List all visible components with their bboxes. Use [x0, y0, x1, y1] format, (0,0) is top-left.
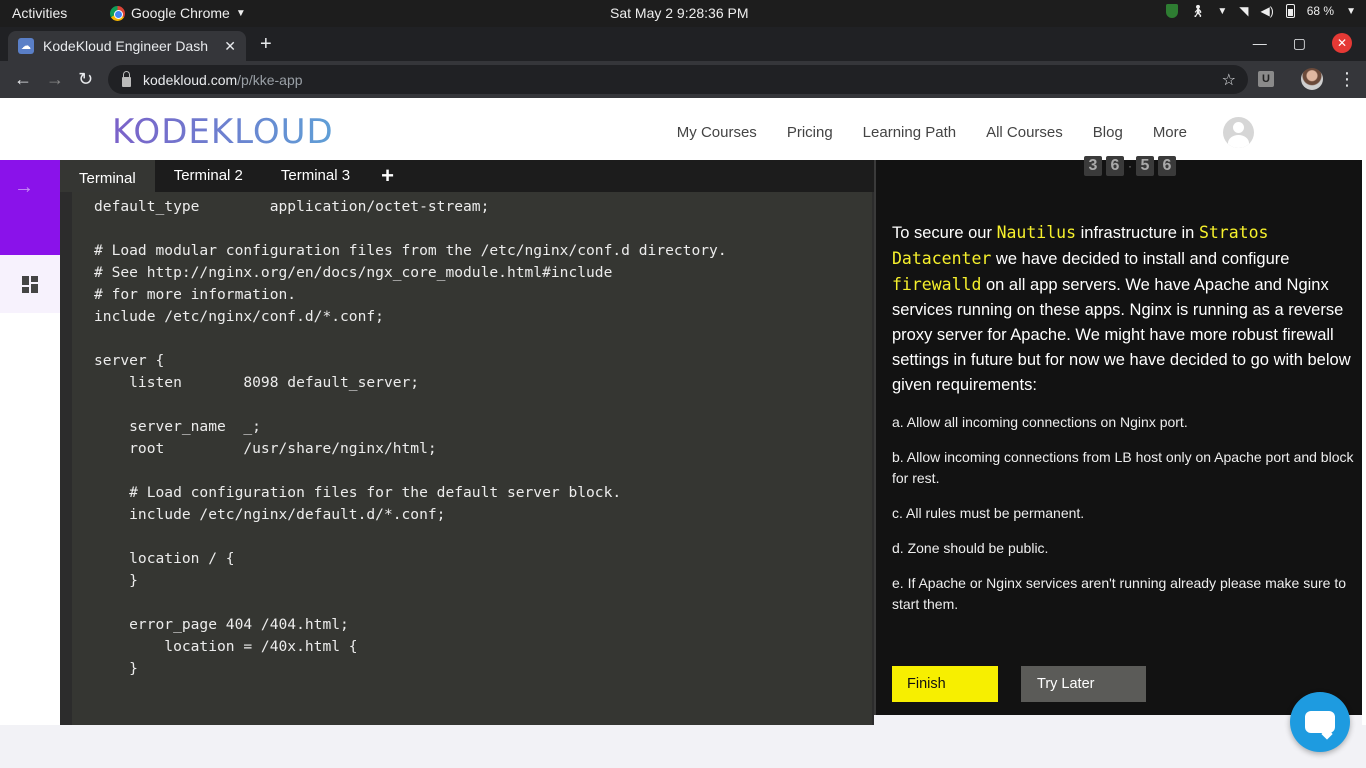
requirement-item: d. Zone should be public.	[892, 540, 1049, 556]
accessibility-icon[interactable]: 🚶︎	[1190, 4, 1205, 18]
timer-digit: 6	[1158, 156, 1176, 176]
terminal-screen[interactable]: default_type application/octet-stream; #…	[72, 192, 872, 725]
battery-icon	[1285, 4, 1295, 18]
user-avatar[interactable]	[1223, 117, 1254, 148]
chat-icon	[1305, 711, 1335, 733]
address-bar[interactable]: kodekloud.com/p/kke-app ☆	[108, 65, 1248, 94]
nav-blog[interactable]: Blog	[1093, 124, 1123, 141]
kodekloud-favicon-icon: ☁	[18, 38, 34, 54]
add-terminal-button[interactable]: +	[369, 160, 406, 192]
nav-my-courses[interactable]: My Courses	[677, 124, 757, 141]
nav-all-courses[interactable]: All Courses	[986, 124, 1063, 141]
timer-digit: 3	[1084, 156, 1102, 176]
try-later-button[interactable]: Try Later	[1021, 666, 1146, 702]
maximize-icon[interactable]: ▢	[1293, 35, 1306, 52]
requirement-item: c. All rules must be permanent.	[892, 505, 1085, 521]
system-clock[interactable]: Sat May 2 9:28:36 PM	[610, 5, 749, 21]
left-rail: →	[0, 160, 60, 725]
shield-icon	[1166, 4, 1179, 18]
task-description: To secure our Nautilus infrastructure in…	[892, 223, 1351, 394]
caret-down-icon: ▼	[235, 7, 246, 19]
highlight-firewalld: firewalld	[892, 275, 982, 294]
back-icon[interactable]: ←	[14, 69, 32, 90]
requirements-list: a. Allow all incoming connections on Ngi…	[892, 412, 1362, 629]
main-nav: My Courses Pricing Learning Path All Cou…	[677, 117, 1254, 148]
browser-menu-icon[interactable]: ⋮	[1338, 69, 1356, 90]
rail-toggle[interactable]: →	[0, 160, 60, 255]
url-domain: kodekloud.com	[143, 71, 238, 88]
page-scrollbar[interactable]	[1362, 160, 1366, 725]
kodekloud-logo[interactable]: KODEKLOUD	[112, 112, 334, 152]
nav-pricing[interactable]: Pricing	[787, 124, 833, 141]
window-controls: — ▢ ✕	[1253, 33, 1352, 53]
countdown-timer: 3 6 · 5 6	[1084, 156, 1176, 176]
highlight-nautilus: Nautilus	[996, 223, 1077, 242]
system-tray[interactable]: 🚶︎ ▼ ◥ ◀) 68 % ▼	[1166, 4, 1356, 18]
volume-icon: ◀)	[1260, 4, 1274, 18]
requirement-item: b. Allow incoming connections from LB ho…	[892, 449, 1354, 486]
page-footer	[0, 725, 1366, 768]
timer-digit: 6	[1106, 156, 1124, 176]
dashboard-button[interactable]	[0, 255, 60, 313]
tab-terminal-3[interactable]: Terminal 3	[262, 160, 369, 192]
os-top-bar: Activities Google Chrome ▼ Sat May 2 9:2…	[0, 0, 1366, 27]
chrome-icon	[110, 5, 125, 21]
app-menu[interactable]: Google Chrome ▼	[110, 5, 246, 21]
caret-down-icon: ▼	[1346, 5, 1356, 17]
terminal-panel: Terminal Terminal 2 Terminal 3 + default…	[60, 160, 874, 725]
forward-icon[interactable]: →	[46, 69, 64, 90]
timer-digit: 5	[1136, 156, 1154, 176]
browser-tab-strip: ☁ KodeKloud Engineer Dash ✕ + — ▢ ✕	[0, 27, 1366, 61]
battery-percent: 68 %	[1306, 4, 1335, 18]
nav-learning-path[interactable]: Learning Path	[863, 124, 956, 141]
close-tab-icon[interactable]: ✕	[224, 38, 236, 55]
profile-avatar[interactable]	[1301, 68, 1323, 90]
app-menu-label: Google Chrome	[131, 5, 230, 21]
chat-button[interactable]	[1290, 692, 1350, 752]
tab-terminal-2[interactable]: Terminal 2	[155, 160, 262, 192]
extension-icon[interactable]: U	[1258, 71, 1274, 87]
arrow-right-icon[interactable]: →	[14, 176, 34, 199]
tab-terminal[interactable]: Terminal	[60, 160, 155, 192]
timer-separator: ·	[1128, 159, 1132, 173]
wifi-icon: ◥	[1239, 4, 1249, 18]
url-path: /p/kke-app	[237, 71, 303, 88]
site-header: KODEKLOUD My Courses Pricing Learning Pa…	[0, 98, 1366, 160]
terminal-output: default_type application/octet-stream; #…	[94, 198, 727, 677]
close-window-icon[interactable]: ✕	[1332, 33, 1352, 53]
terminal-tabs: Terminal Terminal 2 Terminal 3 +	[60, 160, 874, 192]
dashboard-icon	[22, 275, 38, 293]
browser-toolbar: ← → ↻ kodekloud.com/p/kke-app ☆ U ⋮	[0, 61, 1366, 98]
lock-icon[interactable]	[122, 70, 131, 87]
activities-button[interactable]: Activities	[12, 5, 67, 21]
nav-more[interactable]: More	[1153, 124, 1187, 141]
finish-button[interactable]: Finish	[892, 666, 998, 702]
new-tab-button[interactable]: +	[260, 33, 272, 56]
browser-tab-title: KodeKloud Engineer Dash	[43, 38, 209, 54]
task-panel: 3 6 · 5 6 To secure our Nautilus infrast…	[874, 156, 1362, 715]
caret-down-icon: ▼	[1217, 5, 1228, 17]
requirement-item: e. If Apache or Nginx services aren't ru…	[892, 575, 1347, 612]
minimize-icon[interactable]: —	[1253, 35, 1267, 51]
bookmark-star-icon[interactable]: ☆	[1222, 70, 1236, 90]
requirement-item: a. Allow all incoming connections on Ngi…	[892, 414, 1188, 430]
reload-icon[interactable]: ↻	[78, 69, 93, 90]
browser-tab[interactable]: ☁ KodeKloud Engineer Dash ✕	[8, 31, 246, 61]
